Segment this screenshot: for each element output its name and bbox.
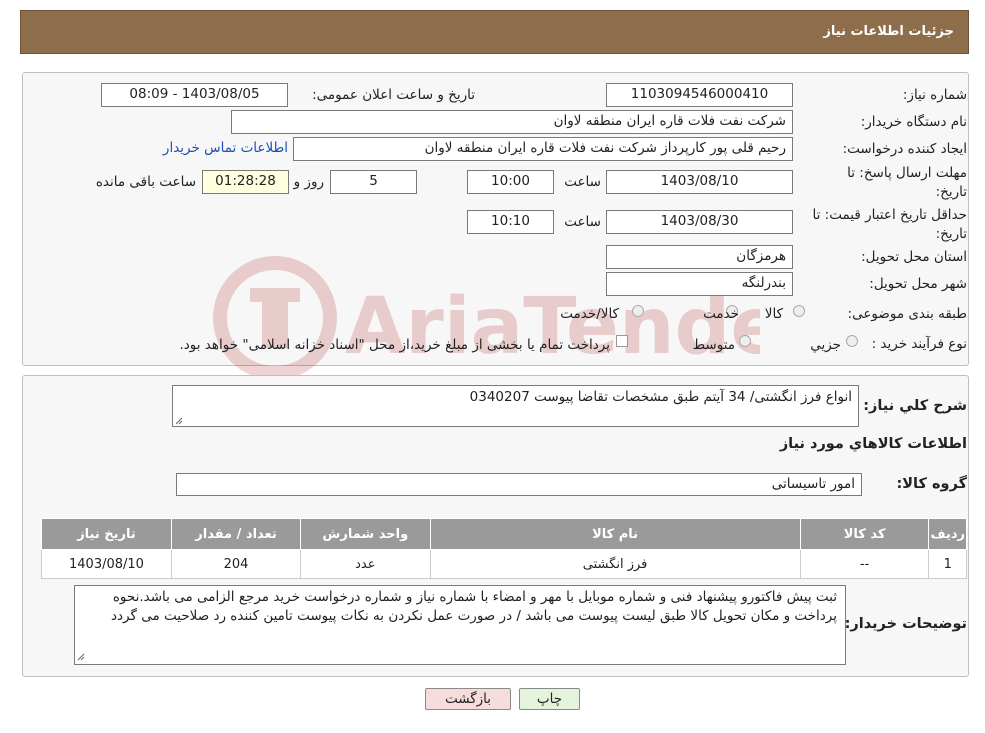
description-label: شرح کلي نياز: [863,398,967,414]
col-header-quantity: تعداد / مقدار [170,518,302,550]
need-number-label: شماره نیاز: [902,87,967,103]
category-goods-label: کالا [764,306,783,322]
table-header-row: ردیف کد کالا نام کالا واحد شمارش تعداد /… [41,518,967,550]
cell-need-date: 1403/08/10 [41,549,172,579]
cell-unit: عدد [300,549,431,579]
cell-goods-code: -- [799,549,930,579]
validity-label-line1: حداقل تاریخ اعتبار قیمت: تا [812,207,967,223]
purchase-minor-radio[interactable] [846,335,858,347]
purchase-medium-radio[interactable] [739,335,751,347]
resize-handle-icon[interactable] [175,417,183,425]
deadline-label-line2: تاریخ: [935,184,967,200]
goods-info-title: اطلاعات کالاهاي مورد نياز [779,436,967,452]
validity-time-field: 10:10 [467,210,554,234]
col-header-row-number: ردیف [928,518,967,550]
buyer-org-label: نام دستگاه خریدار: [860,114,967,130]
need-number-field: 1103094546000410 [606,83,793,107]
province-label: استان محل تحویل: [861,249,967,265]
category-goods-radio[interactable] [793,305,805,317]
col-header-unit: واحد شمارش [300,518,431,550]
requester-field: رحیم قلی پور کارپرداز شرکت نفت فلات قاره… [293,137,793,161]
watermark-logo: AriaTender.neT [213,256,760,380]
payment-note: پرداخت تمام یا بخشی از مبلغ خرید،از محل … [179,337,610,353]
purchase-minor-label: جزیي [810,337,841,353]
page-header: جزئیات اطلاعات نیاز [20,10,969,54]
col-header-goods-code: کد کالا [799,518,930,550]
purchase-type-label: نوع فرآیند خرید : [871,336,967,352]
deadline-date-field: 1403/08/10 [606,170,793,194]
deadline-label-line1: مهلت ارسال پاسخ: تا [847,165,967,181]
days-field: 5 [330,170,417,194]
goods-group-label: گروه کالا: [896,476,967,492]
contact-buyer-link[interactable]: اطلاعات تماس خریدار [163,140,288,156]
remaining-label: ساعت باقی مانده [95,174,196,190]
cell-quantity: 204 [170,549,302,579]
goods-table: ردیف کد کالا نام کالا واحد شمارش تعداد /… [41,518,967,579]
description-field: انواع فرز انگشتی/ 34 آیتم طبق مشخصات تقا… [172,385,859,427]
validity-label-line2: تاریخ: [935,226,967,242]
requester-label: ایجاد کننده درخواست: [842,141,967,157]
print-button[interactable]: چاپ [519,688,580,710]
province-field: هرمزگان [606,245,793,269]
deadline-time-label: ساعت [564,174,601,190]
treasury-checkbox[interactable] [616,335,628,347]
remaining-time-field: 01:28:28 [202,170,289,194]
deadline-time-field: 10:00 [467,170,554,194]
validity-date-field: 1403/08/30 [606,210,793,234]
deadline-label: مهلت ارسال پاسخ: تا تاریخ: [847,164,967,202]
table-row: 1 -- فرز انگشتی عدد 204 1403/08/10 [41,549,967,579]
validity-time-label: ساعت [564,214,601,230]
announce-label: تاریخ و ساعت اعلان عمومی: [312,87,475,103]
days-label: روز و [293,174,324,190]
purchase-medium-label: متوسط [692,337,735,353]
category-service-label: خدمت [703,306,739,322]
goods-group-field: امور تاسیساتی [176,473,862,496]
buyer-org-field: شرکت نفت فلات قاره ایران منطقه لاوان [231,110,793,134]
category-goods-service-radio[interactable] [632,305,644,317]
validity-label: حداقل تاریخ اعتبار قیمت: تا تاریخ: [813,206,967,244]
page-title: جزئیات اطلاعات نیاز [823,24,954,39]
col-header-need-date: تاریخ نیاز [41,518,172,550]
category-goods-service-label: کالا/خدمت [560,306,619,322]
back-button[interactable]: بازگشت [425,688,511,710]
cell-row-number: 1 [928,549,967,579]
category-label: طبقه بندی موضوعی: [847,306,967,322]
notes-resize-handle-icon[interactable] [77,653,85,661]
announce-field: 1403/08/05 - 08:09 [101,83,288,107]
city-label: شهر محل تحویل: [869,276,967,292]
buyer-notes-field: ثبت پیش فاکتورو پیشنهاد فنی و شماره موبا… [74,585,846,665]
city-field: بندرلنگه [606,272,793,296]
cell-goods-name: فرز انگشتی [429,549,801,579]
buyer-notes-label: توضیحات خریدار: [844,616,967,632]
col-header-goods-name: نام کالا [429,518,801,550]
